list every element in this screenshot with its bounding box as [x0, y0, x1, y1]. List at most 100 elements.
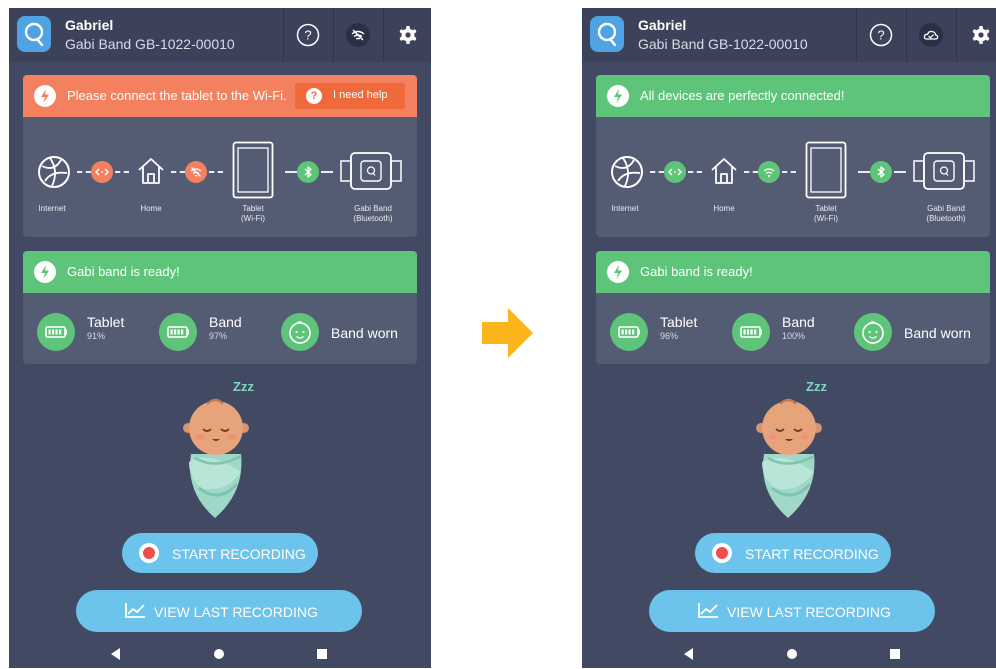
- bolt-icon: [607, 85, 629, 107]
- view-last-recording-button[interactable]: VIEW LAST RECORDING: [76, 590, 362, 632]
- top-bar: Gabriel Gabi Band GB-1022-00010 ?: [9, 8, 431, 62]
- tablet-caption-line2: (Wi-Fi): [241, 214, 265, 223]
- help-icon: ?: [296, 23, 320, 47]
- link-line: [285, 171, 297, 173]
- chart-line-icon: [698, 603, 718, 618]
- view-last-recording-label: VIEW LAST RECORDING: [154, 604, 318, 620]
- tablet-caption-line2: (Wi-Fi): [814, 214, 838, 223]
- band-ready-card: Gabi band is ready! Tablet 96% Band 100%…: [596, 251, 990, 364]
- device-id: Gabi Band GB-1022-00010: [638, 36, 808, 52]
- back-icon[interactable]: [684, 648, 693, 660]
- link-line: [894, 171, 906, 173]
- link-line: [688, 171, 702, 173]
- wifi-off-icon: [346, 23, 370, 47]
- band-caption-line1: Gabi Band: [927, 204, 965, 213]
- cloud-check-icon: [919, 23, 943, 47]
- wifi-off-icon: [185, 161, 207, 183]
- connection-banner: Please connect the tablet to the Wi-Fi. …: [23, 75, 417, 117]
- home-caption: Home: [140, 204, 162, 213]
- gear-icon: [972, 26, 990, 44]
- ready-text: Gabi band is ready!: [67, 264, 180, 279]
- bluetooth-icon: [297, 161, 319, 183]
- band-battery-icon: [732, 313, 770, 351]
- top-bar: Gabriel Gabi Band GB-1022-00010 ?: [582, 8, 996, 62]
- ready-text: Gabi band is ready!: [640, 264, 753, 279]
- tablet-caption: Tablet (Wi-Fi): [223, 204, 283, 224]
- link-line: [115, 171, 129, 173]
- globe-icon: [611, 156, 643, 188]
- help-button[interactable]: ?: [856, 8, 905, 62]
- start-recording-button[interactable]: START RECORDING: [122, 533, 318, 573]
- band-caption: Gabi Band (Bluetooth): [341, 204, 405, 224]
- band-worn-label: Band worn: [331, 325, 398, 341]
- chart-line-icon: [125, 603, 145, 618]
- network-status-button[interactable]: [906, 8, 955, 62]
- tablet-label: Tablet: [87, 314, 125, 330]
- baby-face-icon: [854, 313, 892, 351]
- band-caption-line1: Gabi Band: [354, 204, 392, 213]
- question-icon: ?: [306, 88, 322, 104]
- svg-text:?: ?: [304, 28, 311, 43]
- link-line: [209, 171, 223, 173]
- bolt-icon: [34, 261, 56, 283]
- link-line: [858, 171, 870, 173]
- link-line: [744, 171, 758, 173]
- tablet-caption-line1: Tablet: [242, 204, 264, 213]
- connection-banner: All devices are perfectly connected!: [596, 75, 990, 117]
- bolt-icon: [34, 85, 56, 107]
- help-icon: ?: [869, 23, 893, 47]
- start-recording-button[interactable]: START RECORDING: [695, 533, 891, 573]
- home-icon: [138, 158, 164, 184]
- need-help-label: I need help: [333, 89, 388, 101]
- link-ok-icon: [664, 161, 686, 183]
- app-logo-icon: [17, 16, 51, 52]
- home-icon: [711, 158, 737, 184]
- link-line: [782, 171, 796, 173]
- band-battery-value: 100%: [782, 331, 806, 341]
- android-nav-bar: [582, 640, 996, 668]
- band-icon: [340, 152, 402, 190]
- band-ready-card: Gabi band is ready! Tablet 91% Band 97% …: [23, 251, 417, 364]
- band-battery-value: 97%: [209, 331, 228, 341]
- sleeping-baby-illustration: [756, 398, 822, 518]
- tablet-caption-line1: Tablet: [815, 204, 837, 213]
- wifi-icon: [758, 161, 780, 183]
- home-circle-icon[interactable]: [787, 649, 797, 659]
- recents-icon[interactable]: [317, 649, 327, 659]
- back-icon[interactable]: [111, 648, 120, 660]
- device-id: Gabi Band GB-1022-00010: [65, 36, 235, 52]
- tablet-label: Tablet: [660, 314, 698, 330]
- connection-card: Please connect the tablet to the Wi-Fi. …: [23, 75, 417, 237]
- user-name: Gabriel: [65, 17, 114, 33]
- internet-caption: Internet: [38, 204, 66, 213]
- record-icon: [712, 543, 732, 563]
- home-circle-icon[interactable]: [214, 649, 224, 659]
- network-status-button[interactable]: [333, 8, 382, 62]
- link-broken-icon: [91, 161, 113, 183]
- record-icon: [139, 543, 159, 563]
- tablet-battery-value: 96%: [660, 331, 679, 341]
- settings-button[interactable]: [956, 8, 996, 62]
- bluetooth-icon: [870, 161, 892, 183]
- band-worn-label: Band worn: [904, 325, 971, 341]
- band-icon: [913, 152, 975, 190]
- screen-before: Gabriel Gabi Band GB-1022-00010 ? Please…: [9, 8, 431, 668]
- arrow-right-icon: [482, 308, 533, 358]
- gear-icon: [399, 26, 417, 44]
- tablet-battery-icon: [610, 313, 648, 351]
- band-label: Band: [782, 314, 815, 330]
- connection-status-text: Please connect the tablet to the Wi-Fi.: [67, 88, 287, 103]
- tablet-battery-value: 91%: [87, 331, 106, 341]
- internet-caption: Internet: [611, 204, 639, 213]
- home-caption: Home: [713, 204, 735, 213]
- help-button[interactable]: ?: [283, 8, 332, 62]
- user-name: Gabriel: [638, 17, 687, 33]
- start-recording-label: START RECORDING: [745, 546, 879, 562]
- view-last-recording-button[interactable]: VIEW LAST RECORDING: [649, 590, 935, 632]
- app-logo-icon: [590, 16, 624, 52]
- baby-face-icon: [281, 313, 319, 351]
- settings-button[interactable]: [383, 8, 431, 62]
- ready-banner: Gabi band is ready!: [23, 251, 417, 293]
- recents-icon[interactable]: [890, 649, 900, 659]
- need-help-button[interactable]: ? I need help: [295, 83, 405, 109]
